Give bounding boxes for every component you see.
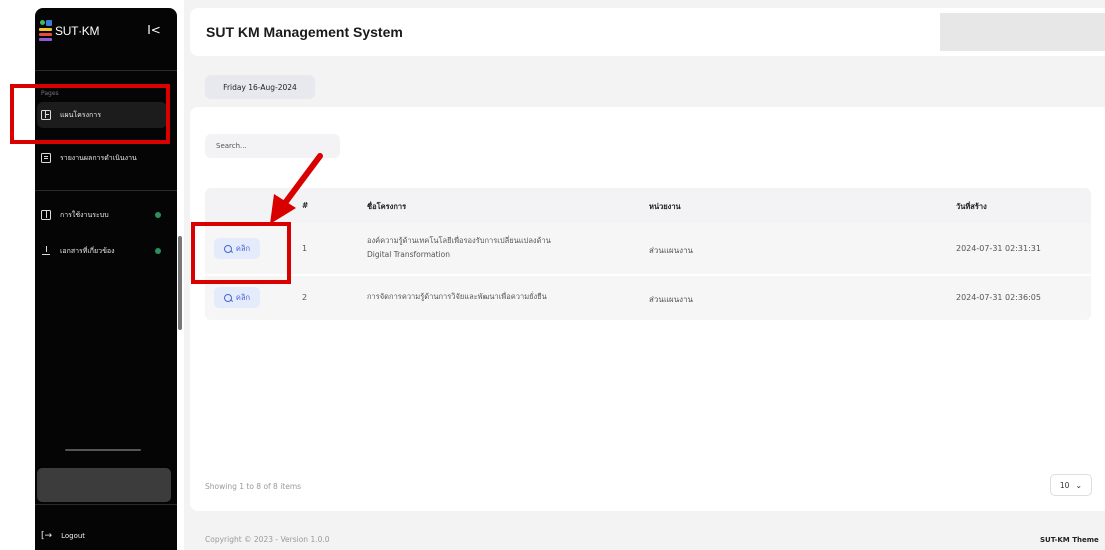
annotation-arrow-icon	[270, 153, 323, 224]
